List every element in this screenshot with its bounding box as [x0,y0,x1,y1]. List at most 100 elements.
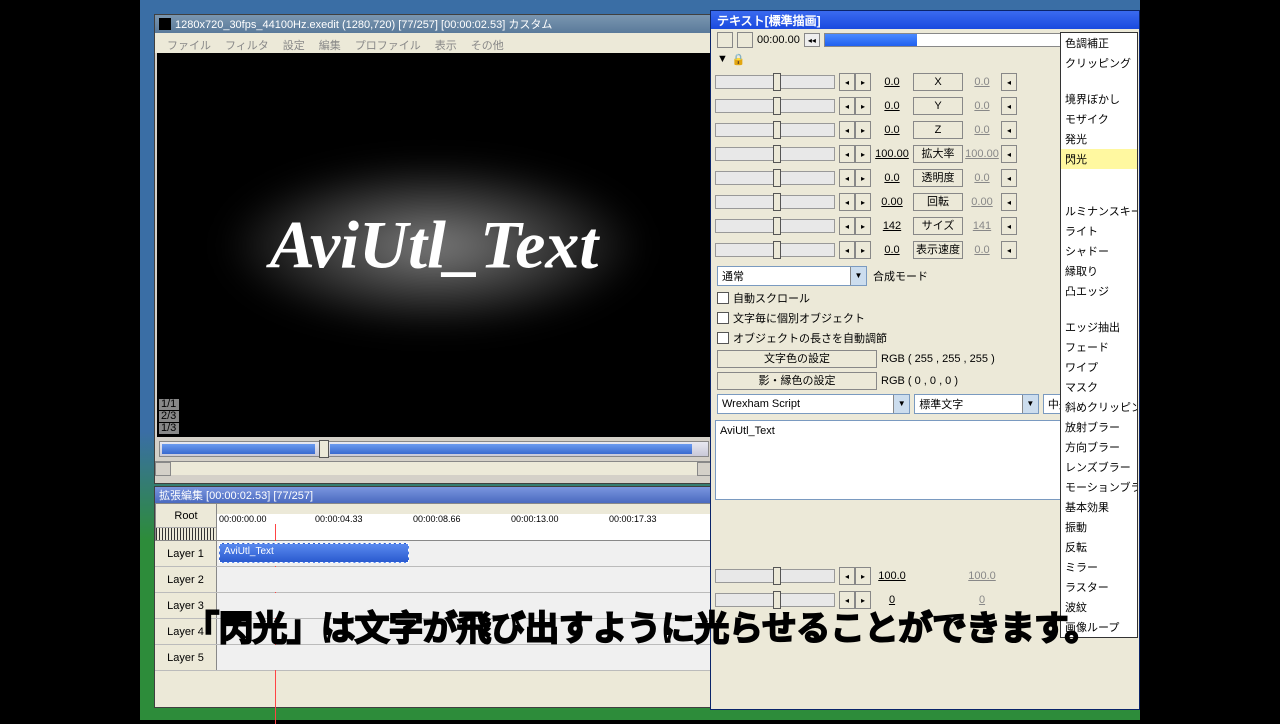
stepper-left[interactable]: ◂ [839,97,855,115]
effect-item[interactable]: シャドー [1061,241,1137,261]
root-button[interactable]: Root [156,504,216,528]
stepper-left-2[interactable]: ◂ [1001,217,1017,235]
effect-item[interactable] [1061,185,1137,201]
menu-edit[interactable]: 編集 [313,35,347,51]
param-label[interactable]: 拡大率 [913,145,963,163]
prop-icon-2[interactable] [737,32,753,48]
effect-item[interactable]: 境界ぼかし [1061,89,1137,109]
horizontal-scrollbar[interactable] [155,461,713,475]
ratio-1[interactable]: 1/1 [159,399,179,410]
effect-item[interactable]: エッジ抽出 [1061,317,1137,337]
param-slider[interactable] [715,243,835,257]
effect-item[interactable]: フェード [1061,337,1137,357]
param-value-2[interactable]: 0.00 [963,196,1001,208]
stepper-right[interactable]: ▸ [855,193,871,211]
stepper-left[interactable]: ◂ [839,193,855,211]
menu-profile[interactable]: プロファイル [349,35,427,51]
stepper-left-2[interactable]: ◂ [1001,193,1017,211]
param-value[interactable]: 0.00 [871,196,913,208]
stepper-left-2[interactable]: ◂ [1001,169,1017,187]
param-value-2[interactable]: 0.0 [963,244,1001,256]
shadowcolor-button[interactable]: 影・縁色の設定 [717,372,877,390]
textcolor-button[interactable]: 文字色の設定 [717,350,877,368]
param-slider[interactable] [715,99,835,113]
param-value[interactable]: 0.0 [871,100,913,112]
preview-titlebar[interactable]: 1280x720_30fps_44100Hz.exedit (1280,720)… [155,15,713,33]
stepper-right[interactable]: ▸ [855,217,871,235]
param-value-2[interactable]: 0.0 [963,172,1001,184]
property-title[interactable]: テキスト[標準描画] [711,11,1139,29]
param-value-2[interactable]: 0.0 [963,124,1001,136]
param-value[interactable]: 100.00 [871,148,913,160]
lock-icon[interactable]: 🔒 [732,53,746,66]
font-combo[interactable]: Wrexham Script▼ [717,394,910,414]
param-value-2[interactable]: 100.00 [963,148,1001,160]
stepper-right[interactable]: ▸ [855,145,871,163]
layer-label[interactable]: Layer 1 [155,541,217,566]
effect-item[interactable]: 斜めクリッピング [1061,397,1137,417]
stepper-left[interactable]: ◂ [839,217,855,235]
stepper-left[interactable]: ◂ [839,145,855,163]
menu-filter[interactable]: フィルタ [219,35,275,51]
param-slider[interactable] [715,219,835,233]
rewind-button[interactable]: ◂◂ [804,33,820,47]
layer-track[interactable]: AviUtl_Text [217,541,713,566]
effect-item[interactable] [1061,73,1137,89]
effect-item[interactable]: 縁取り [1061,261,1137,281]
timeline-clip[interactable]: AviUtl_Text [219,543,409,563]
param-label[interactable]: 回転 [913,193,963,211]
stepper-right[interactable]: ▸ [855,73,871,91]
effect-item[interactable]: 凸エッジ [1061,281,1137,301]
effect-item[interactable] [1061,169,1137,185]
zoom-strip[interactable] [156,528,216,540]
param-value-2[interactable]: 141 [963,220,1001,232]
effect-item[interactable]: ライト [1061,221,1137,241]
stepper-right[interactable]: ▸ [855,241,871,259]
effect-item[interactable]: 発光 [1061,129,1137,149]
menu-other[interactable]: その他 [465,35,510,51]
effect-item[interactable]: モザイク [1061,109,1137,129]
param-label[interactable]: 透明度 [913,169,963,187]
stepper-right[interactable]: ▸ [855,97,871,115]
layer-label[interactable]: Layer 2 [155,567,217,592]
seek-track[interactable] [159,441,709,457]
effect-item[interactable]: 色調補正 [1061,33,1137,53]
fx-slider-a[interactable] [715,569,835,583]
layer-track[interactable] [217,567,713,592]
chk-autolength[interactable] [717,332,729,344]
style-combo[interactable]: 標準文字▼ [914,394,1039,414]
effect-item[interactable] [1061,301,1137,317]
param-value[interactable]: 0.0 [871,124,913,136]
stepper-left[interactable]: ◂ [839,73,855,91]
effect-item[interactable]: 放射ブラー [1061,417,1137,437]
param-value[interactable]: 0.0 [871,76,913,88]
param-value-2[interactable]: 0.0 [963,100,1001,112]
stepper-left[interactable]: ◂ [839,169,855,187]
prop-icon-1[interactable] [717,32,733,48]
param-value[interactable]: 0.0 [871,172,913,184]
effect-item[interactable]: レンズブラー [1061,457,1137,477]
effect-item[interactable]: クリッピング [1061,53,1137,73]
effect-item[interactable]: ラスター [1061,577,1137,597]
stepper-left-2[interactable]: ◂ [1001,121,1017,139]
effect-item[interactable]: ワイプ [1061,357,1137,377]
stepper-left-2[interactable]: ◂ [1001,145,1017,163]
effect-item[interactable]: マスク [1061,377,1137,397]
stepper-left-2[interactable]: ◂ [1001,97,1017,115]
param-value[interactable]: 0.0 [871,244,913,256]
effect-item[interactable]: 方向ブラー [1061,437,1137,457]
effect-item[interactable]: ミラー [1061,557,1137,577]
param-slider[interactable] [715,75,835,89]
stepper-left-2[interactable]: ◂ [1001,73,1017,91]
ratio-2[interactable]: 2/3 [159,411,179,422]
chk-perchar[interactable] [717,312,729,324]
effect-item[interactable]: モーションブラー [1061,477,1137,497]
chk-autoscroll[interactable] [717,292,729,304]
stepper-left-2[interactable]: ◂ [1001,241,1017,259]
stepper-left[interactable]: ◂ [839,121,855,139]
menu-file[interactable]: ファイル [161,35,217,51]
param-value-2[interactable]: 0.0 [963,76,1001,88]
menu-view[interactable]: 表示 [429,35,463,51]
param-slider[interactable] [715,171,835,185]
effect-dropdown[interactable]: 色調補正クリッピング 境界ぼかしモザイク発光閃光 ルミナンスキーライトシャドー縁… [1060,32,1138,638]
